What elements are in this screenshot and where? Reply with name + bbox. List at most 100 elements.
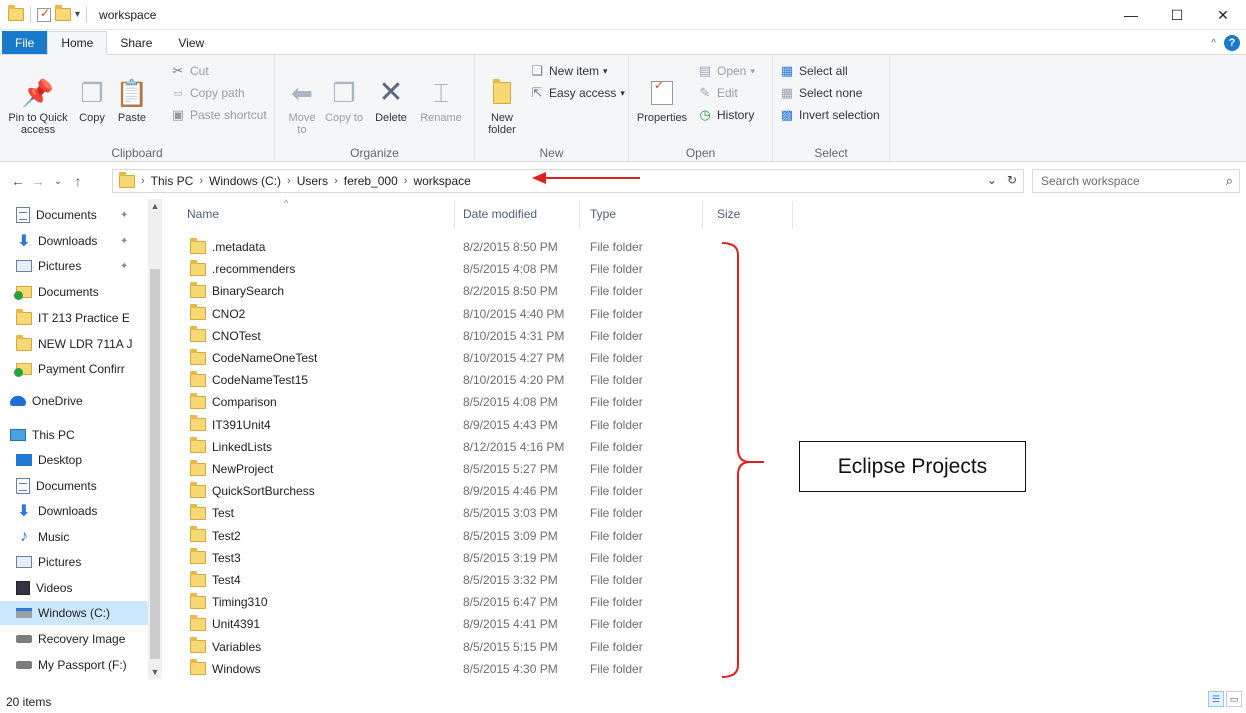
nav-scrollbar[interactable]: ▲ ▼ (148, 199, 162, 679)
breadcrumb-users[interactable]: Users (297, 174, 328, 188)
table-row[interactable]: LinkedLists 8/12/2015 4:16 PM File folder (190, 436, 670, 458)
copy-button[interactable]: ❐ Copy (74, 77, 110, 124)
table-row[interactable]: .recommenders 8/5/2015 4:08 PM File folder (190, 258, 670, 280)
scroll-up-icon[interactable]: ▲ (148, 201, 162, 211)
table-row[interactable]: NewProject 8/5/2015 5:27 PM File folder (190, 458, 670, 480)
sidebar-item[interactable]: OneDrive (0, 389, 148, 413)
pin-icon[interactable]: ✦ (120, 236, 128, 247)
search-input[interactable]: Search workspace ⌕ (1032, 169, 1240, 193)
rename-button[interactable]: ⌶ Rename (417, 77, 465, 124)
tab-share[interactable]: Share (107, 31, 165, 54)
table-row[interactable]: Variables 8/5/2015 5:15 PM File folder (190, 636, 670, 658)
paste-button[interactable]: 📋 Paste (112, 77, 152, 124)
close-button[interactable]: ✕ (1200, 0, 1246, 30)
column-type[interactable]: Type (590, 207, 616, 221)
sidebar-item[interactable]: Pictures ✦ (0, 254, 148, 278)
table-row[interactable]: CNO2 8/10/2015 4:40 PM File folder (190, 303, 670, 325)
properties-button[interactable]: Properties (633, 77, 691, 124)
customize-qat-icon[interactable]: ▾ (75, 9, 80, 20)
sidebar-item[interactable]: Desktop (0, 448, 148, 472)
help-icon[interactable]: ? (1224, 35, 1240, 51)
sidebar-item[interactable]: Recovery Image (0, 627, 148, 651)
breadcrumb-separator-icon[interactable]: › (334, 175, 338, 187)
breadcrumb-separator-icon[interactable]: › (404, 175, 408, 187)
address-dropdown-icon[interactable]: ⌄ (987, 173, 997, 187)
new-item-button[interactable]: ❏ New item ▾ (529, 63, 607, 79)
table-row[interactable]: Comparison 8/5/2015 4:08 PM File folder (190, 391, 670, 413)
forward-arrow-icon[interactable]: → (28, 173, 48, 189)
tab-file[interactable]: File (2, 31, 48, 54)
column-name[interactable]: Name (187, 207, 219, 221)
column-divider[interactable] (702, 201, 703, 229)
tab-home[interactable]: Home (47, 31, 108, 55)
breadcrumb-separator-icon[interactable]: › (199, 175, 203, 187)
sidebar-item[interactable]: Videos (0, 576, 148, 600)
table-row[interactable]: CNOTest 8/10/2015 4:31 PM File folder (190, 325, 670, 347)
paste-shortcut-button[interactable]: ▣ Paste shortcut (170, 107, 267, 123)
sidebar-item[interactable]: Documents ✦ (0, 203, 148, 227)
easy-access-button[interactable]: ⇱ Easy access ▾ (529, 85, 625, 101)
new-folder-qat-icon[interactable] (55, 5, 71, 21)
sidebar-item[interactable]: ⬇ Downloads ✦ (0, 229, 148, 253)
search-icon[interactable]: ⌕ (1226, 173, 1233, 189)
table-row[interactable]: Test2 8/5/2015 3:09 PM File folder (190, 525, 670, 547)
select-none-button[interactable]: ▦ Select none (779, 85, 863, 101)
column-size[interactable]: Size (717, 207, 740, 221)
breadcrumb-separator-icon[interactable]: › (287, 175, 291, 187)
back-arrow-icon[interactable]: ← (8, 173, 28, 189)
move-to-button[interactable]: ⬅ Move to (283, 77, 321, 136)
table-row[interactable]: CodeNameTest15 8/10/2015 4:20 PM File fold… (190, 369, 670, 391)
column-divider[interactable] (454, 201, 455, 229)
breadcrumb-this-pc[interactable]: This PC (151, 174, 194, 188)
table-row[interactable]: Windows 8/5/2015 4:30 PM File folder (190, 658, 670, 680)
sidebar-item[interactable]: NEW LDR 711A J (0, 332, 148, 356)
table-row[interactable]: Unit4391 8/9/2015 4:41 PM File folder (190, 613, 670, 635)
sidebar-item[interactable]: ♪ Music (0, 525, 148, 549)
table-row[interactable]: Test3 8/5/2015 3:19 PM File folder (190, 547, 670, 569)
recent-locations-icon[interactable]: ⌄ (48, 176, 68, 187)
sidebar-item[interactable]: Pictures (0, 550, 148, 574)
table-row[interactable]: BinarySearch 8/2/2015 8:50 PM File folder (190, 280, 670, 302)
table-row[interactable]: CodeNameOneTest 8/10/2015 4:27 PM File fol… (190, 347, 670, 369)
column-divider[interactable] (579, 201, 580, 229)
table-row[interactable]: QuickSortBurchess 8/9/2015 4:46 PM File fo… (190, 480, 670, 502)
up-arrow-icon[interactable]: ↑ (68, 173, 88, 189)
table-row[interactable]: Test4 8/5/2015 3:32 PM File folder (190, 569, 670, 591)
sidebar-item[interactable]: Documents (0, 280, 148, 304)
scroll-down-icon[interactable]: ▼ (148, 667, 162, 677)
sidebar-item[interactable]: This PC (0, 423, 148, 447)
details-view-icon[interactable]: ☰ (1208, 691, 1224, 707)
minimize-button[interactable]: — (1108, 0, 1154, 30)
collapse-ribbon-icon[interactable]: ^ (1211, 38, 1216, 49)
maximize-button[interactable]: ☐ (1154, 0, 1200, 30)
new-folder-button[interactable]: New folder (483, 77, 521, 136)
delete-button[interactable]: ✕ Delete (369, 77, 413, 125)
sidebar-item[interactable]: ⬇ Downloads (0, 499, 148, 523)
sidebar-item[interactable]: Payment Confirr (0, 357, 148, 381)
copy-path-button[interactable]: ▭ Copy path (170, 85, 245, 101)
breadcrumb-separator-icon[interactable]: › (141, 175, 145, 187)
table-row[interactable]: .metadata 8/2/2015 8:50 PM File folder (190, 236, 670, 258)
column-divider[interactable] (792, 201, 793, 229)
select-all-button[interactable]: ▦ Select all (779, 63, 848, 79)
tab-view[interactable]: View (165, 31, 217, 54)
breadcrumb-windows-c[interactable]: Windows (C:) (209, 174, 281, 188)
refresh-icon[interactable]: ↻ (1007, 173, 1017, 187)
cut-button[interactable]: ✂ Cut (170, 63, 209, 79)
scroll-thumb[interactable] (150, 269, 160, 659)
table-row[interactable]: Timing310 8/5/2015 6:47 PM File folder (190, 591, 670, 613)
pin-icon[interactable]: ✦ (120, 210, 128, 221)
breadcrumb-workspace[interactable]: workspace (413, 174, 470, 188)
pin-to-quick-access-button[interactable]: 📌 Pin to Quick access (4, 77, 72, 136)
open-button[interactable]: ▤ Open ▾ (697, 63, 755, 79)
pin-icon[interactable]: ✦ (120, 261, 128, 272)
breadcrumb-fereb-000[interactable]: fereb_000 (344, 174, 398, 188)
history-button[interactable]: ◷ History (697, 107, 754, 123)
column-date-modified[interactable]: Date modified (463, 207, 537, 221)
sidebar-item[interactable]: Windows (C:) (0, 601, 148, 625)
edit-button[interactable]: ✎ Edit (697, 85, 738, 101)
sidebar-item[interactable]: IT 213 Practice E (0, 306, 148, 330)
table-row[interactable]: Test 8/5/2015 3:03 PM File folder (190, 502, 670, 524)
properties-qat-icon[interactable] (37, 6, 51, 22)
large-icons-view-icon[interactable]: ▭ (1226, 691, 1242, 707)
